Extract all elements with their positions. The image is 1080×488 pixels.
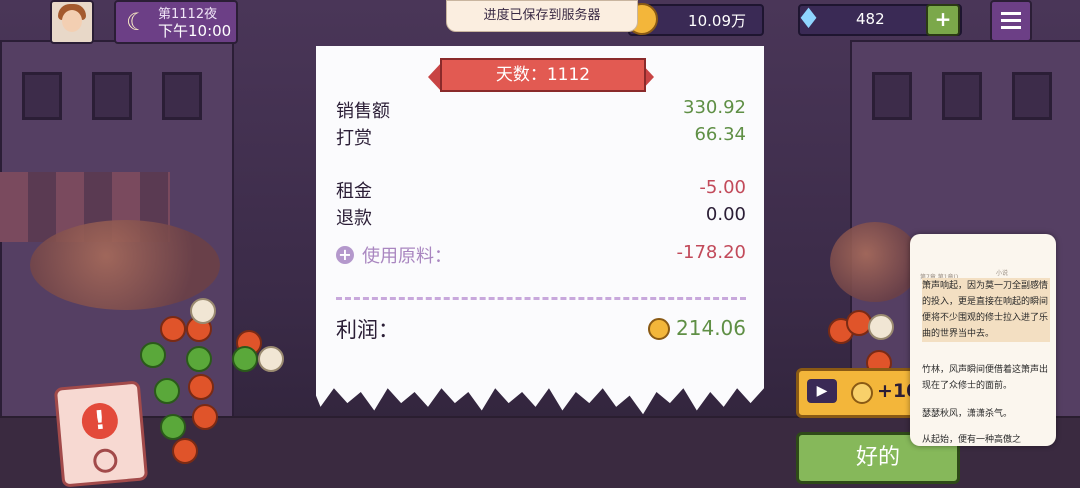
- window: [872, 72, 912, 120]
- tomato-slice: [192, 404, 218, 430]
- tomato-slice: [172, 438, 198, 464]
- tips-row: 打赏 66.34: [336, 124, 746, 149]
- menu-icon-line: [1001, 19, 1021, 22]
- materials-row: 使用原料： -178.20: [336, 242, 746, 267]
- play-icon: ▶: [807, 379, 837, 403]
- player-avatar[interactable]: [50, 0, 94, 44]
- materials-value: -178.20: [676, 242, 746, 263]
- coin-icon: [648, 318, 670, 340]
- garlic: [258, 346, 284, 372]
- reader-paragraph: 瑟瑟秋风，潇潇杀气。: [922, 409, 1013, 419]
- profit-value: 214.06: [676, 316, 746, 340]
- reader-paragraph: 从起始，便有一种高傲之: [922, 435, 1022, 445]
- refund-row: 退款 0.00: [336, 204, 746, 229]
- exclamation-icon: !: [80, 401, 120, 441]
- add-gems-button[interactable]: +: [926, 4, 960, 36]
- sales-label: 销售额: [336, 101, 390, 122]
- day-banner-label: 天数：1112: [440, 58, 646, 92]
- window: [162, 72, 202, 120]
- day-time-panel: ☾ 第1112夜 下午10:00: [114, 0, 238, 44]
- tree: [830, 222, 920, 302]
- diamond-icon: ♦: [796, 2, 822, 35]
- profit-label: 利润：: [336, 318, 399, 342]
- window: [1012, 72, 1052, 120]
- tips-label: 打赏: [336, 128, 372, 149]
- tomato-slice: [160, 316, 186, 342]
- time-label: 下午10:00: [158, 22, 232, 40]
- rent-label: 租金: [336, 181, 372, 202]
- refund-value: 0.00: [705, 204, 746, 225]
- avatar-face: [62, 10, 82, 32]
- coin-icon: [851, 382, 873, 404]
- materials-label: 使用原料：: [362, 246, 452, 267]
- coin-counter: 10.09万: [626, 3, 764, 36]
- refund-label: 退款: [336, 208, 372, 229]
- save-toast: 进度已保存到服务器: [446, 0, 638, 32]
- alert-card[interactable]: !: [53, 380, 149, 488]
- pepper-slice: [154, 378, 180, 404]
- reader-overlay[interactable]: 第7章 第1章() 小说 箫声响起，因为莫一刀全副感情的投入，更是直接在响起的瞬…: [910, 234, 1056, 446]
- pepper-slice: [186, 346, 212, 372]
- garlic: [190, 298, 216, 324]
- window: [942, 72, 982, 120]
- garlic: [868, 314, 894, 340]
- window: [22, 72, 62, 120]
- reader-paragraph: 箫声响起，因为莫一刀全副感情的投入，更是直接在响起的瞬间便将不少围观的修士拉入进…: [922, 278, 1050, 342]
- reader-header-tag: 小说: [996, 270, 1009, 277]
- menu-icon-line: [1001, 12, 1021, 15]
- reader-paragraph: 竹林，风声瞬间便借着这箫声出现在了众修士的面前。: [922, 365, 1049, 391]
- card-dot: [92, 447, 119, 474]
- pepper-slice: [232, 346, 258, 372]
- menu-icon-line: [1001, 26, 1021, 29]
- tomato-slice: [188, 374, 214, 400]
- divider: [336, 297, 746, 300]
- tree: [30, 220, 220, 310]
- sales-row: 销售额 330.92: [336, 97, 746, 122]
- coin-value: 10.09万: [688, 12, 746, 30]
- rent-value: -5.00: [699, 177, 746, 198]
- pepper-slice: [160, 414, 186, 440]
- menu-button[interactable]: [990, 0, 1032, 42]
- rent-row: 租金 -5.00: [336, 177, 746, 202]
- day-banner: 天数：1112: [428, 58, 654, 92]
- sales-value: 330.92: [683, 97, 746, 118]
- pepper-slice: [140, 342, 166, 368]
- window: [92, 72, 132, 120]
- tips-value: 66.34: [694, 124, 746, 145]
- moon-icon: ☾: [126, 8, 148, 36]
- gem-value: 482: [856, 10, 885, 28]
